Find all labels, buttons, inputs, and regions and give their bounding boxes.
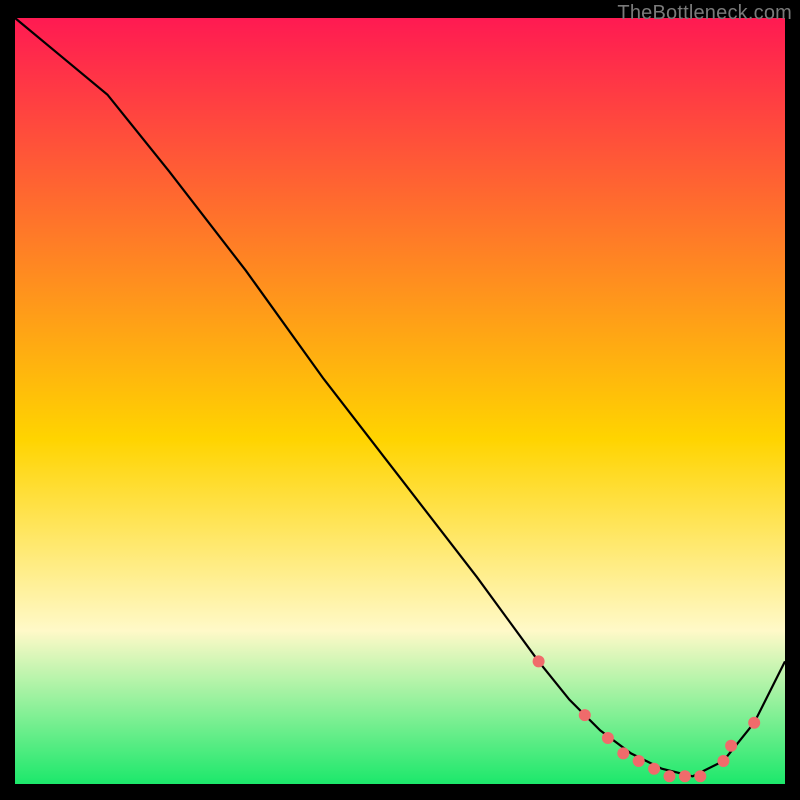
marker-dot [717,755,729,767]
marker-dot [679,770,691,782]
marker-dot [633,755,645,767]
marker-dot [664,770,676,782]
marker-dot [725,740,737,752]
plot-background [15,18,785,784]
marker-dot [748,717,760,729]
chart-svg [0,0,800,800]
marker-dot [648,763,660,775]
marker-dot [579,709,591,721]
marker-dot [533,655,545,667]
marker-dot [602,732,614,744]
marker-dot [694,770,706,782]
chart-stage: TheBottleneck.com [0,0,800,800]
marker-dot [617,747,629,759]
